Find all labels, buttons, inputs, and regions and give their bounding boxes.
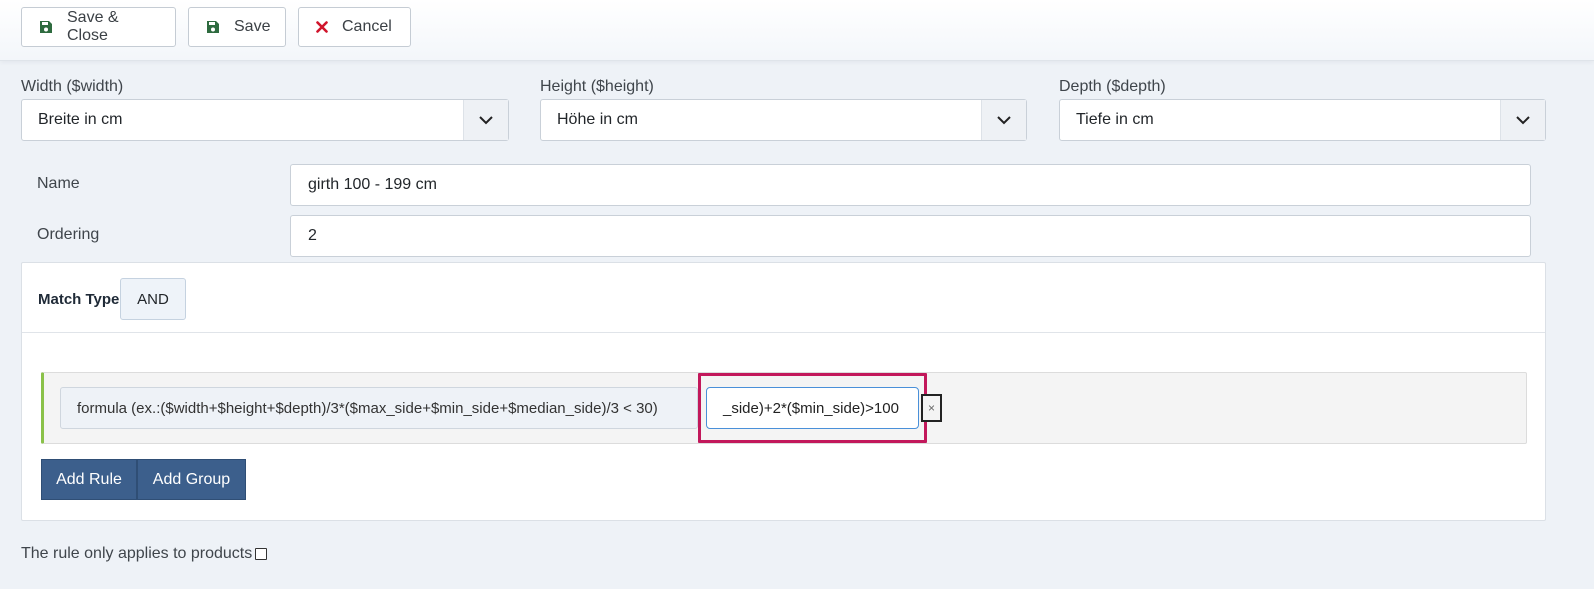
- save-icon: [206, 20, 220, 34]
- chevron-down-icon[interactable]: [981, 100, 1026, 140]
- match-type-label: Match Type: [38, 291, 120, 308]
- height-select-value: Höhe in cm: [557, 111, 638, 128]
- match-type-and-button[interactable]: AND: [120, 278, 186, 320]
- save-close-label: Save & Close: [67, 9, 119, 44]
- cancel-label: Cancel: [342, 18, 392, 35]
- width-label: Width ($width): [21, 78, 124, 95]
- rules-panel: Match Type AND formula (ex.:($width+$hei…: [21, 262, 1546, 521]
- focus-highlight: [698, 373, 927, 443]
- ordering-label: Ordering: [37, 226, 100, 243]
- applies-label: The rule only applies to products: [21, 545, 253, 562]
- height-label: Height ($height): [540, 78, 654, 95]
- name-label: Name: [37, 175, 80, 192]
- name-input[interactable]: girth 100 - 199 cm: [290, 164, 1531, 206]
- ordering-input[interactable]: 2: [290, 215, 1531, 257]
- rule-filter-label: formula (ex.:($width+$height+$depth)/3*(…: [77, 399, 658, 417]
- add-group-button[interactable]: Add Group: [137, 459, 246, 500]
- width-select-value: Breite in cm: [38, 111, 123, 128]
- delete-rule-button[interactable]: ×: [921, 394, 942, 422]
- save-button[interactable]: Save: [188, 7, 286, 47]
- chevron-down-icon[interactable]: [1500, 100, 1545, 140]
- save-icon: [39, 20, 53, 34]
- ordering-input-value: 2: [308, 227, 317, 244]
- width-select[interactable]: Breite in cm: [21, 99, 509, 141]
- rule-filter-select[interactable]: formula (ex.:($width+$height+$depth)/3*(…: [60, 387, 698, 429]
- toolbar: Save & Close Save Cancel: [0, 0, 1594, 61]
- height-select[interactable]: Höhe in cm: [540, 99, 1027, 141]
- cancel-button[interactable]: Cancel: [298, 7, 411, 47]
- rule-row: formula (ex.:($width+$height+$depth)/3*(…: [41, 372, 1527, 444]
- applies-to-products: The rule only applies to products: [21, 545, 268, 563]
- panel-divider: [22, 332, 1545, 333]
- depth-label: Depth ($depth): [1059, 78, 1166, 95]
- name-input-value: girth 100 - 199 cm: [308, 176, 437, 193]
- depth-select[interactable]: Tiefe in cm: [1059, 99, 1546, 141]
- add-rule-button[interactable]: Add Rule: [41, 459, 137, 500]
- save-label: Save: [234, 18, 271, 35]
- depth-select-value: Tiefe in cm: [1076, 111, 1154, 128]
- applies-checkbox[interactable]: [255, 548, 268, 560]
- close-icon: [316, 21, 328, 33]
- chevron-down-icon[interactable]: [463, 100, 508, 140]
- save-close-button[interactable]: Save & Close: [21, 7, 176, 47]
